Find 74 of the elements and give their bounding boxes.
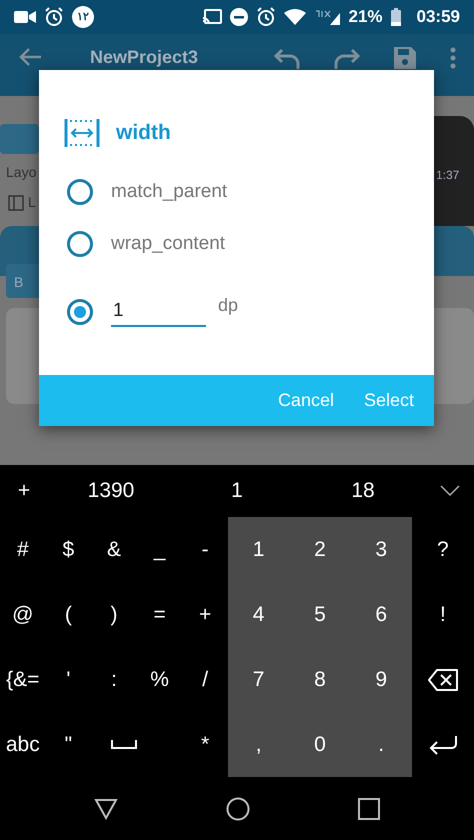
- radio-button[interactable]: [67, 231, 93, 257]
- keyboard-key[interactable]: 9: [350, 647, 412, 712]
- keyboard-key[interactable]: 8: [289, 647, 351, 712]
- keyboard-key[interactable]: $: [46, 517, 92, 582]
- keyboard-key[interactable]: ): [91, 582, 137, 647]
- undo-icon[interactable]: [274, 47, 300, 69]
- keyboard-key[interactable]: 7: [228, 647, 290, 712]
- section-label: Layo: [6, 163, 36, 182]
- suggestion[interactable]: +: [0, 475, 48, 507]
- keyboard-key[interactable]: -: [182, 517, 228, 582]
- more-options-icon[interactable]: [450, 47, 456, 69]
- keyboard-key[interactable]: (: [46, 582, 92, 647]
- keyboard-key[interactable]: 1: [228, 517, 290, 582]
- suggestion[interactable]: 1390: [48, 475, 174, 507]
- project-title: NewProject3: [90, 47, 198, 67]
- width-arrows-icon: [64, 119, 100, 147]
- input-field[interactable]: 1: [111, 296, 206, 328]
- keyboard-key[interactable]: ,: [228, 712, 290, 777]
- keyboard-key[interactable]: 4: [228, 582, 290, 647]
- keyboard-key[interactable]: @: [0, 582, 46, 647]
- radio-button[interactable]: [67, 179, 93, 205]
- do-not-disturb-icon: [230, 8, 248, 26]
- keyboard-key[interactable]: +: [182, 582, 228, 647]
- keyboard-key[interactable]: *: [182, 712, 228, 777]
- space-bar-icon[interactable]: [110, 740, 137, 750]
- keyboard-key[interactable]: ": [46, 712, 92, 777]
- keyboard-key[interactable]: 0: [289, 712, 351, 777]
- suggestion[interactable]: 1: [174, 475, 300, 507]
- keyboard-key[interactable]: {&=: [0, 647, 46, 712]
- keyboard-key[interactable]: 5: [289, 582, 351, 647]
- backspace-icon[interactable]: [428, 668, 458, 690]
- keyboard-key[interactable]: /: [182, 647, 228, 712]
- keyboard-key[interactable]: !: [412, 582, 474, 647]
- keyboard-key[interactable]: :: [91, 647, 137, 712]
- status-time: 03:59: [416, 6, 460, 28]
- keyboard-key[interactable]: =: [136, 582, 182, 647]
- keyboard-key[interactable]: %: [136, 647, 182, 712]
- back-icon[interactable]: [94, 798, 118, 820]
- option-label[interactable]: wrap_content: [111, 230, 226, 258]
- wifi-icon: [284, 9, 306, 25]
- keyboard-key[interactable]: .: [350, 712, 412, 777]
- dialog-title: width: [116, 120, 171, 146]
- back-arrow-icon[interactable]: [18, 47, 42, 67]
- signal-icon: [314, 9, 340, 25]
- option-label[interactable]: match_parent: [111, 178, 228, 206]
- video-camera-icon: [14, 10, 36, 24]
- chevron-down-icon[interactable]: [440, 485, 460, 497]
- cast-icon: [202, 9, 222, 25]
- unit-label: dp: [218, 294, 238, 317]
- keyboard-key[interactable]: 6: [350, 582, 412, 647]
- keyboard-key[interactable]: _: [136, 517, 182, 582]
- keyboard-key[interactable]: #: [0, 517, 46, 582]
- layout-icon: [8, 194, 24, 210]
- keyboard-key[interactable]: ': [46, 647, 92, 712]
- battery-icon: [390, 8, 401, 26]
- keyboard-key[interactable]: abc: [0, 712, 46, 777]
- alarm-clock-icon: [44, 7, 64, 27]
- alarm-clock-icon: [256, 7, 276, 27]
- notification-badge: ۱۲: [72, 6, 94, 28]
- layout-label: L: [28, 193, 36, 212]
- tab-background: [0, 124, 39, 154]
- keyboard-key[interactable]: 3: [350, 517, 412, 582]
- save-icon[interactable]: [394, 47, 416, 69]
- recents-icon[interactable]: [358, 798, 380, 820]
- enter-icon[interactable]: [428, 734, 458, 754]
- keyboard-key[interactable]: 2: [289, 517, 351, 582]
- redo-icon[interactable]: [334, 47, 360, 69]
- radio-button[interactable]: [67, 299, 93, 325]
- keyboard-key[interactable]: ?: [412, 517, 474, 582]
- preview-clock: 1:37: [436, 167, 460, 184]
- battery-percentage: 21%: [348, 6, 383, 28]
- suggestion[interactable]: 18: [300, 475, 426, 507]
- keyboard-key[interactable]: &: [91, 517, 137, 582]
- home-icon[interactable]: [226, 796, 250, 820]
